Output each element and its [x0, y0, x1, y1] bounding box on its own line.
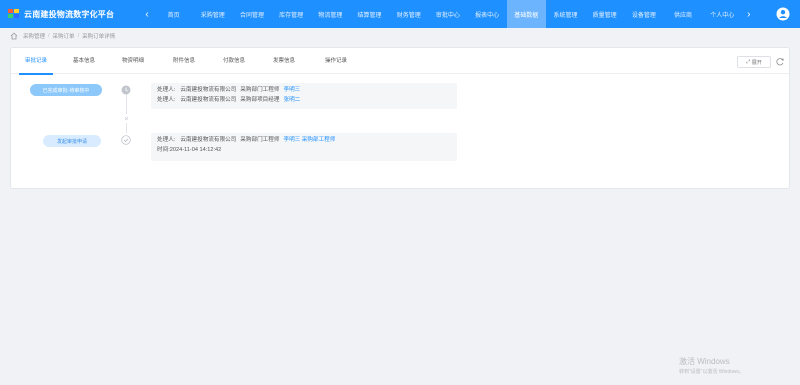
nav-scroll-right-icon[interactable]: › — [742, 0, 756, 28]
handler-role: 采购部门工程师 — [240, 137, 280, 143]
nav-item[interactable]: 设备管理 — [624, 0, 663, 28]
logo-icon — [8, 9, 20, 19]
time-label: 时间: — [157, 146, 170, 153]
nav-item[interactable]: 财务管理 — [389, 0, 428, 28]
nav-item[interactable]: 个人中心 — [703, 0, 742, 28]
nav-item[interactable]: 物流管理 — [311, 0, 350, 28]
timeline-connector — [126, 94, 127, 114]
handler-name-link[interactable]: 李明三 采购部工程师 — [283, 136, 335, 146]
refresh-icon[interactable] — [775, 57, 785, 67]
handler-row: 处理人: 云南建投物流有限公司 采购部门工程师 李明三 采购部工程师 — [157, 136, 451, 146]
breadcrumb: 采购管理 / 采购订单 / 采购订单详情 — [10, 31, 118, 41]
nav-item[interactable]: 采购管理 — [193, 0, 232, 28]
expand-button[interactable]: ⤢ 展开 — [737, 56, 771, 68]
nav-item[interactable]: 报表中心 — [468, 0, 507, 28]
handler-org: 云南建投物流有限公司 — [180, 96, 237, 103]
breadcrumb-item-current: 采购订单详情 — [82, 34, 116, 40]
timeline-mid-marker-icon — [124, 116, 129, 121]
breadcrumb-item[interactable]: 采购管理 — [23, 32, 45, 40]
handler-role: 采购部项目经理 — [240, 96, 280, 103]
tab-payment-info[interactable]: 付款信息 — [223, 48, 245, 74]
nav-item[interactable]: 系统管理 — [546, 0, 585, 28]
timeline-card: 处理人: 云南建投物流有限公司 采购部门工程师 李明三 处理人: 云南建投物流有… — [151, 83, 457, 109]
expand-label: 展开 — [751, 59, 762, 66]
tab-operation-log[interactable]: 操作记录 — [325, 48, 347, 74]
handler-row: 处理人: 云南建投物流有限公司 采购部门工程师 李明三 — [157, 86, 451, 96]
breadcrumb-separator: / — [48, 33, 50, 39]
time-value: 2024-11-04 14:12:42 — [169, 146, 222, 153]
tab-approval-records[interactable]: 审批记录 — [18, 48, 54, 75]
handler-label: 处理人: — [157, 137, 176, 143]
handler-org: 云南建投物流有限公司 — [180, 87, 237, 93]
breadcrumb-item[interactable]: 采购订单 — [53, 32, 75, 40]
handler-name-link[interactable]: 李明三 — [283, 86, 300, 96]
timeline-card: 处理人: 云南建投物流有限公司 采购部门工程师 李明三 采购部工程师 时间: 2… — [151, 133, 457, 161]
tab-invoice-info[interactable]: 发票信息 — [273, 48, 295, 74]
nav-item[interactable]: 审批中心 — [428, 0, 467, 28]
home-icon[interactable] — [10, 32, 18, 40]
status-badge: 发起审批申请 — [43, 135, 101, 147]
nav-menu: 首页 采购管理 合同管理 库存管理 物流管理 结算管理 财务管理 审批中心 报表… — [154, 0, 742, 28]
nav-item[interactable]: 合同管理 — [232, 0, 271, 28]
top-navbar: 云南建投物流数字化平台 ‹ 首页 采购管理 合同管理 库存管理 物流管理 结算管… — [0, 0, 800, 28]
tab-attachments[interactable]: 附件信息 — [173, 48, 195, 74]
watermark-title: 激活 Windows — [679, 357, 730, 366]
timeline-connector — [126, 123, 127, 133]
nav-item[interactable]: 结算管理 — [350, 0, 389, 28]
timeline-pending-icon — [121, 85, 131, 95]
nav-item[interactable]: 首页 — [154, 0, 193, 28]
tab-bar: 审批记录 基本信息 物资明细 附件信息 付款信息 发票信息 操作记录 ⤢ 展开 — [11, 48, 789, 75]
watermark-subtitle: 转到“设置”以激活 Windows。 — [679, 369, 745, 375]
tab-material-detail[interactable]: 物资明细 — [122, 48, 144, 74]
handler-org: 云南建投物流有限公司 — [180, 137, 237, 143]
user-avatar-icon[interactable] — [776, 7, 790, 21]
handler-name-link[interactable]: 张明二 — [283, 96, 300, 106]
time-row: 时间: 2024-11-04 14:12:42 — [157, 146, 451, 156]
nav-item[interactable]: 库存管理 — [272, 0, 311, 28]
tab-basic-info[interactable]: 基本信息 — [73, 48, 95, 74]
handler-label: 处理人: — [157, 96, 176, 103]
status-badge: 已完成审批·待审核中 — [30, 84, 102, 96]
handler-role: 采购部门工程师 — [240, 87, 280, 93]
breadcrumb-separator: / — [77, 33, 80, 39]
logo[interactable]: 云南建投物流数字化平台 — [0, 0, 140, 28]
handler-row: 处理人: 云南建投物流有限公司 采购部项目经理 张明二 — [157, 96, 451, 106]
nav-item[interactable]: 质量管理 — [585, 0, 624, 28]
timeline-done-icon — [121, 135, 131, 145]
detail-panel: 审批记录 基本信息 物资明细 附件信息 付款信息 发票信息 操作记录 ⤢ 展开 … — [10, 47, 790, 189]
app-title: 云南建投物流数字化平台 — [24, 9, 115, 19]
nav-item-active[interactable]: 基础数据 — [506, 0, 546, 28]
nav-item[interactable]: 供应商 — [663, 0, 702, 28]
nav-scroll-left-icon[interactable]: ‹ — [140, 0, 154, 28]
handler-label: 处理人: — [157, 87, 176, 93]
